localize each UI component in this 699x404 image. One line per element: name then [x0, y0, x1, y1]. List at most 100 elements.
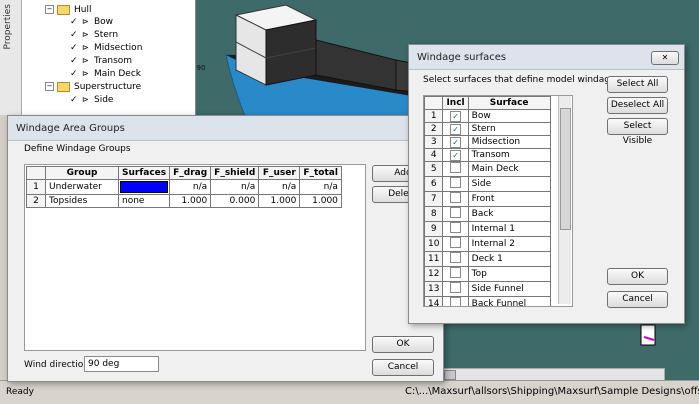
column-header-incl[interactable]: Incl	[442, 96, 469, 110]
include-cell[interactable]: ✓	[442, 109, 469, 123]
collapse-icon[interactable]: −	[45, 82, 54, 91]
scroll-thumb[interactable]	[444, 370, 456, 380]
surface-name-cell[interactable]: Midsection	[467, 135, 551, 149]
collapse-icon[interactable]: −	[45, 5, 54, 14]
include-checkbox[interactable]	[450, 192, 462, 203]
surface-name-cell[interactable]: Back	[467, 206, 551, 222]
include-checkbox[interactable]: ✓	[450, 149, 462, 161]
table-row[interactable]: 5 Main Deck	[424, 161, 551, 177]
properties-side-tab[interactable]: Properties	[0, 0, 22, 115]
checkmark-icon[interactable]: ✓	[70, 17, 80, 27]
surface-name-cell[interactable]: Side	[467, 176, 551, 192]
include-checkbox[interactable]	[450, 162, 462, 173]
include-checkbox[interactable]	[450, 222, 462, 233]
table-row[interactable]: 6 Side	[424, 176, 551, 192]
table-row[interactable]: 1 Underwater n/a n/a n/a n/a	[26, 179, 342, 195]
checkmark-icon[interactable]: ✓	[70, 43, 80, 53]
include-checkbox[interactable]: ✓	[450, 136, 462, 148]
include-cell[interactable]	[442, 221, 469, 237]
include-cell[interactable]	[442, 206, 469, 222]
select-visible-button[interactable]: Select Visible	[607, 118, 668, 146]
include-cell[interactable]: ✓	[442, 148, 469, 162]
visibility-icon[interactable]: ⊳	[82, 17, 91, 26]
include-cell[interactable]	[442, 281, 469, 297]
table-row[interactable]: 4 ✓ Transom	[424, 148, 551, 162]
checkmark-icon[interactable]: ✓	[70, 95, 80, 105]
surface-name-cell[interactable]: Back Funnel	[467, 296, 551, 306]
scroll-thumb[interactable]	[560, 108, 571, 230]
column-header-surface[interactable]: Surface	[467, 96, 551, 110]
column-header-surfaces[interactable]: Surfaces	[117, 166, 171, 180]
tree-item[interactable]: ✓ ⊳ Main Deck	[70, 67, 141, 80]
surface-name-cell[interactable]: Stern	[467, 122, 551, 136]
surface-name-cell[interactable]: Bow	[467, 109, 551, 123]
include-checkbox[interactable]	[450, 207, 462, 218]
table-row[interactable]: 12 Top	[424, 266, 551, 282]
visibility-icon[interactable]: ⊳	[82, 69, 91, 78]
tree-item[interactable]: ✓ ⊳ Bow	[70, 15, 113, 28]
include-checkbox[interactable]	[450, 297, 462, 306]
include-cell[interactable]	[442, 296, 469, 306]
tree-item[interactable]: ✓ ⊳ Side	[70, 93, 113, 106]
include-cell[interactable]	[442, 176, 469, 192]
tree-item[interactable]: − Superstructure	[45, 80, 141, 93]
vertical-scrollbar[interactable]	[558, 96, 571, 304]
surface-name-cell[interactable]: Internal 1	[467, 221, 551, 237]
include-checkbox[interactable]	[450, 237, 462, 248]
cancel-button[interactable]: Cancel	[372, 359, 434, 376]
tree-item[interactable]: ✓ ⊳ Stern	[70, 28, 118, 41]
table-row[interactable]: 14 Back Funnel	[424, 296, 551, 306]
f-shield-cell[interactable]: 0.000	[210, 194, 260, 208]
checkmark-icon[interactable]: ✓	[70, 69, 80, 79]
surface-name-cell[interactable]: Top	[467, 266, 551, 282]
ok-button[interactable]: OK	[372, 336, 434, 353]
tree-item[interactable]: ✓ ⊳ Midsection	[70, 41, 142, 54]
f-shield-cell[interactable]: n/a	[210, 179, 260, 195]
visibility-icon[interactable]: ⊳	[82, 43, 91, 52]
column-header-f-user[interactable]: F_user	[258, 166, 301, 180]
f-user-cell[interactable]: n/a	[258, 179, 301, 195]
column-header-group[interactable]: Group	[45, 166, 119, 180]
cancel-button[interactable]: Cancel	[607, 291, 668, 308]
include-checkbox[interactable]: ✓	[450, 110, 462, 122]
include-cell[interactable]: ✓	[442, 122, 469, 136]
close-icon[interactable]: ✕	[651, 51, 679, 65]
surfaces-color-swatch[interactable]	[120, 181, 169, 193]
visibility-icon[interactable]: ⊳	[82, 30, 91, 39]
column-header-f-total[interactable]: F_total	[299, 166, 342, 180]
include-cell[interactable]: ✓	[442, 135, 469, 149]
surfaces-cell[interactable]	[117, 179, 171, 195]
surface-name-cell[interactable]: Main Deck	[467, 161, 551, 177]
table-row[interactable]: 13 Side Funnel	[424, 281, 551, 297]
checkmark-icon[interactable]: ✓	[70, 56, 80, 66]
table-row[interactable]: 7 Front	[424, 191, 551, 207]
visibility-icon[interactable]: ⊳	[82, 56, 91, 65]
table-row[interactable]: 10 Internal 2	[424, 236, 551, 252]
include-checkbox[interactable]	[450, 252, 462, 263]
dialog-title-bar[interactable]: Windage surfaces	[409, 45, 684, 70]
ok-button[interactable]: OK	[607, 268, 668, 285]
include-cell[interactable]	[442, 161, 469, 177]
column-header-f-shield[interactable]: F_shield	[210, 166, 260, 180]
table-row[interactable]: 9 Internal 1	[424, 221, 551, 237]
surface-name-cell[interactable]: Transom	[467, 148, 551, 162]
tree-item[interactable]: ✓ ⊳ Transom	[70, 54, 132, 67]
table-row[interactable]: 8 Back	[424, 206, 551, 222]
group-cell[interactable]: Topsides	[45, 194, 119, 208]
visibility-icon[interactable]: ⊳	[82, 95, 91, 104]
include-cell[interactable]	[442, 236, 469, 252]
select-all-button[interactable]: Select All	[607, 76, 668, 93]
table-row[interactable]: 2 Topsides none 1.000 0.000 1.000 1.000	[26, 194, 342, 208]
deselect-all-button[interactable]: Deselect All	[607, 97, 668, 114]
include-checkbox[interactable]	[450, 267, 462, 278]
table-row[interactable]: 11 Deck 1	[424, 251, 551, 267]
include-checkbox[interactable]	[450, 177, 462, 188]
include-checkbox[interactable]: ✓	[450, 123, 462, 135]
table-row[interactable]: 1 ✓ Bow	[424, 109, 551, 123]
wind-direction-input[interactable]: 90 deg	[84, 356, 159, 372]
surface-name-cell[interactable]: Deck 1	[467, 251, 551, 267]
include-cell[interactable]	[442, 251, 469, 267]
surface-name-cell[interactable]: Internal 2	[467, 236, 551, 252]
f-drag-cell[interactable]: 1.000	[169, 194, 212, 208]
column-header-f-drag[interactable]: F_drag	[169, 166, 212, 180]
